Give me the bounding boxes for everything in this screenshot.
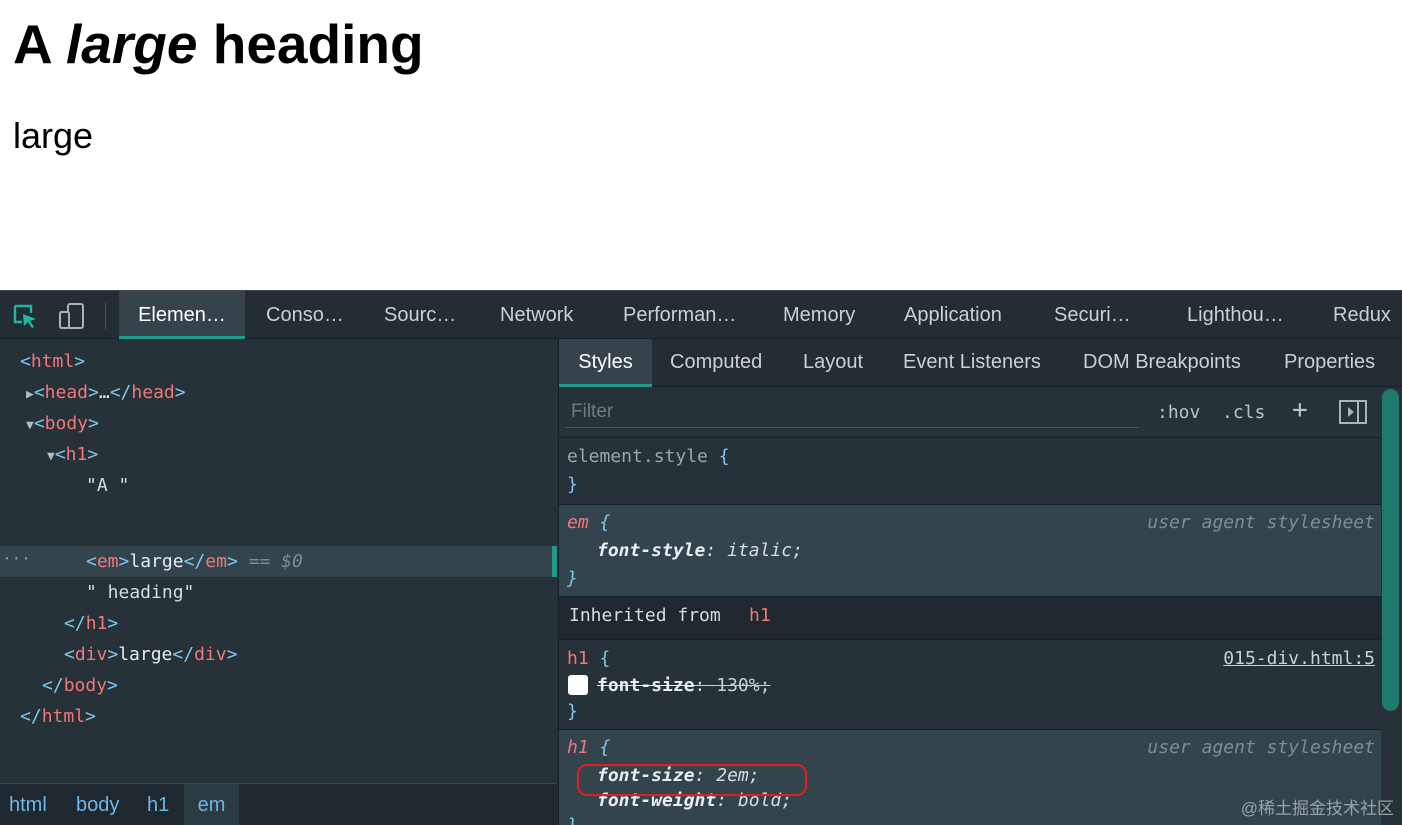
- tab-memory[interactable]: Memory: [783, 291, 855, 339]
- inherited-label: Inherited from: [569, 605, 721, 626]
- tab-properties[interactable]: Properties: [1284, 339, 1375, 387]
- class-toggle-button[interactable]: .cls: [1222, 399, 1265, 427]
- tab-console[interactable]: Conso…: [266, 291, 344, 339]
- rule-close-brace: }: [567, 701, 578, 722]
- devtools-panel: Elemen… Conso… Sourc… Network Performan……: [0, 290, 1402, 825]
- rule-h1-author: h1 { 015-div.html:5 font-size: 130%; }: [559, 640, 1381, 730]
- rule-element-style: element.style { }: [559, 439, 1381, 505]
- device-toolbar-icon[interactable]: [57, 301, 87, 331]
- rule-close-brace: }: [567, 812, 578, 825]
- tab-lighthouse[interactable]: Lighthou…: [1187, 291, 1284, 339]
- filter-input[interactable]: [565, 396, 1139, 428]
- dom-node-menu-dots[interactable]: ···: [2, 546, 31, 577]
- page-div-text: large: [13, 115, 94, 156]
- devtools-main-tabbar: Elemen… Conso… Sourc… Network Performan……: [0, 291, 1402, 339]
- breadcrumb-html[interactable]: html: [9, 784, 47, 825]
- rule-close-brace: }: [567, 568, 578, 589]
- rule-source-label: user agent stylesheet: [1147, 512, 1375, 533]
- styles-sidebar: Styles Computed Layout Event Listeners D…: [558, 339, 1402, 825]
- toolbar-divider: [105, 303, 106, 329]
- dom-node-h1[interactable]: ▼<h1>: [47, 439, 98, 470]
- dom-node-h1-close[interactable]: </h1>: [64, 608, 118, 639]
- styles-filter-bar: :hov .cls +: [559, 387, 1381, 438]
- tab-network[interactable]: Network: [500, 291, 573, 339]
- inherited-tag-link[interactable]: h1: [749, 605, 771, 626]
- heading-emphasis: large: [65, 13, 198, 75]
- rule-selector[interactable]: em {: [567, 509, 610, 537]
- tab-elements[interactable]: Elemen…: [119, 291, 245, 339]
- breadcrumb-em[interactable]: em: [184, 784, 239, 825]
- dom-node-em-selected[interactable]: <em>large</em> == $0: [86, 546, 303, 577]
- css-declaration[interactable]: font-style: italic;: [597, 537, 803, 565]
- inspect-element-icon[interactable]: [10, 301, 40, 331]
- collapse-triangle-icon[interactable]: ▼: [26, 418, 34, 433]
- heading-text-end: heading: [197, 13, 424, 75]
- dom-node-html-close[interactable]: </html>: [20, 701, 96, 732]
- rule-close-brace: }: [567, 474, 578, 495]
- tab-redux[interactable]: Redux: [1333, 291, 1391, 339]
- expand-triangle-icon[interactable]: ▶: [26, 387, 34, 402]
- tab-computed[interactable]: Computed: [670, 339, 762, 387]
- rule-source-label: user agent stylesheet: [1147, 737, 1375, 758]
- watermark-text: @稀土掘金技术社区: [1240, 799, 1394, 818]
- breadcrumb: html body h1 em: [0, 783, 557, 825]
- tab-dom-breakpoints[interactable]: DOM Breakpoints: [1083, 339, 1241, 387]
- breadcrumb-body[interactable]: body: [76, 784, 119, 825]
- rule-selector[interactable]: element.style {: [567, 443, 730, 471]
- collapse-triangle-icon[interactable]: ▼: [47, 449, 55, 464]
- tab-styles[interactable]: Styles: [559, 339, 652, 387]
- page-viewport: A large heading large: [0, 0, 1402, 290]
- dom-text-node-a[interactable]: "A ": [86, 470, 129, 501]
- rule-source-link[interactable]: 015-div.html:5: [1223, 645, 1375, 673]
- breadcrumb-h1[interactable]: h1: [147, 784, 169, 825]
- tab-security[interactable]: Securi…: [1054, 291, 1131, 339]
- dom-node-head[interactable]: ▶<head>…</head>: [26, 377, 186, 408]
- tab-event-listeners[interactable]: Event Listeners: [903, 339, 1041, 387]
- styles-scrollbar-thumb[interactable]: [1382, 389, 1399, 711]
- tab-performance[interactable]: Performan…: [623, 291, 736, 339]
- dom-text-node-heading[interactable]: " heading": [86, 577, 194, 608]
- annotation-highlight-ring: [577, 764, 807, 796]
- tab-layout[interactable]: Layout: [803, 339, 863, 387]
- rule-selector[interactable]: h1 {: [567, 645, 610, 673]
- toggle-sidebar-icon[interactable]: [1339, 400, 1367, 424]
- heading-text-start: A: [13, 13, 66, 75]
- tab-application[interactable]: Application: [904, 291, 1002, 339]
- hover-state-button[interactable]: :hov: [1157, 399, 1200, 427]
- dom-selected-indicator: [552, 546, 557, 577]
- dom-node-body[interactable]: ▼<body>: [26, 408, 99, 439]
- declaration-checkbox[interactable]: [568, 675, 588, 695]
- inherited-section-header: Inherited from h1: [559, 597, 1381, 640]
- new-style-rule-button[interactable]: +: [1292, 396, 1308, 424]
- page-heading: A large heading: [13, 12, 424, 76]
- dom-tree-panel: ··· <html> ▶<head>…</head> ▼<body> ▼<h1>…: [0, 339, 557, 783]
- dom-node-body-close[interactable]: </body>: [42, 670, 118, 701]
- dom-node-html[interactable]: <html>: [20, 346, 85, 377]
- rule-em-user-agent: em { user agent stylesheet font-style: i…: [559, 505, 1381, 597]
- rule-selector[interactable]: h1 {: [567, 734, 610, 762]
- css-declaration-overridden[interactable]: font-size: 130%;: [597, 672, 770, 700]
- tab-sources[interactable]: Sourc…: [384, 291, 456, 339]
- sidebar-tabbar: Styles Computed Layout Event Listeners D…: [559, 339, 1402, 387]
- dom-node-div[interactable]: <div>large</div>: [64, 639, 237, 670]
